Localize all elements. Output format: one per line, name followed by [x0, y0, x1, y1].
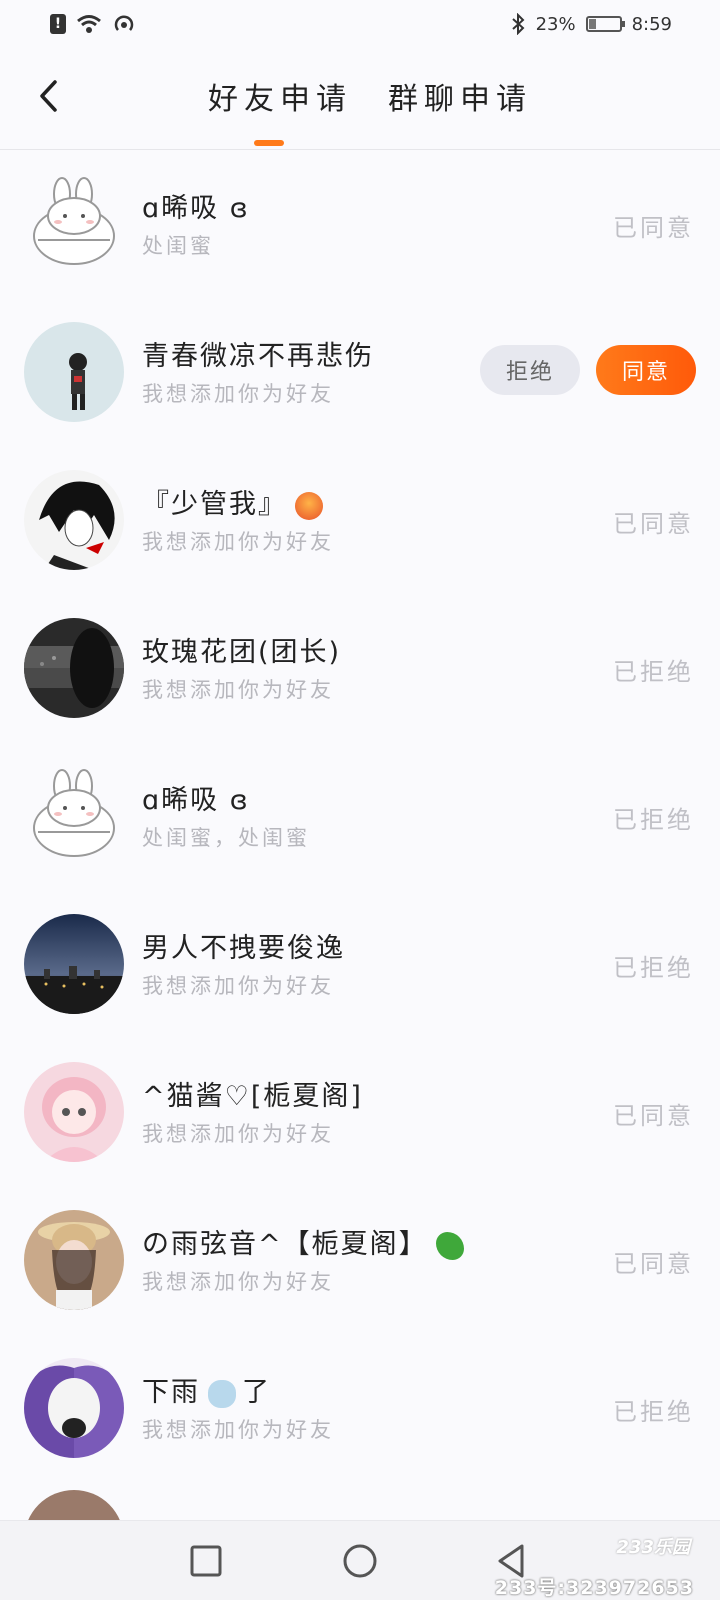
- request-message: 我想添加你为好友: [142, 1270, 334, 1294]
- request-status: 已拒绝: [613, 658, 694, 686]
- list-item[interactable]: 青春微凉不再悲伤 我想添加你为好友 拒绝 同意: [0, 298, 720, 446]
- active-tab-indicator: [254, 140, 284, 146]
- list-item[interactable]: 下雨了 我想添加你为好友 已拒绝: [0, 1334, 720, 1482]
- watermark-logo: 233乐园: [616, 1537, 690, 1558]
- alert-icon: !: [50, 14, 66, 34]
- request-status: 已同意: [613, 510, 694, 538]
- request-message: 我想添加你为好友: [142, 382, 334, 406]
- four-leaf-clover-emoji-icon: [435, 1231, 464, 1260]
- hotspot-icon: [114, 15, 134, 31]
- request-name: 玫瑰花团(团长): [142, 637, 342, 668]
- list-item[interactable]: 『少管我』 我想添加你为好友 已同意: [0, 446, 720, 594]
- avatar: [24, 1358, 124, 1458]
- list-item[interactable]: ɑ晞吸 ɞ 处闺蜜，处闺蜜 已拒绝: [0, 742, 720, 890]
- request-message: 我想添加你为好友: [142, 1122, 334, 1146]
- request-name: ɑ晞吸 ɞ: [142, 785, 250, 816]
- avatar: [24, 322, 124, 422]
- request-status: 已拒绝: [613, 954, 694, 982]
- tab-friend-requests[interactable]: 好友申请: [208, 74, 352, 118]
- list-item[interactable]: の雨弦音^【栀夏阁】 我想添加你为好友 已同意: [0, 1186, 720, 1334]
- clock: 8:59: [631, 13, 672, 35]
- request-name: 青春微凉不再悲伤: [142, 341, 374, 372]
- request-name: の雨弦音^【栀夏阁】: [142, 1222, 464, 1261]
- watermark-id: 233号:323972653: [494, 1577, 694, 1599]
- avatar: [24, 1210, 124, 1310]
- hot-face-emoji-icon: [295, 491, 323, 520]
- avatar: [24, 914, 124, 1014]
- reject-button[interactable]: 拒绝: [480, 345, 580, 395]
- request-name: 男人不拽要俊逸: [142, 933, 345, 964]
- chevron-left-icon: [40, 80, 57, 112]
- request-status: 已同意: [613, 1250, 694, 1278]
- wifi-icon: [77, 15, 101, 33]
- request-message: 处闺蜜，处闺蜜: [142, 826, 310, 850]
- bluetooth-icon: [511, 13, 525, 35]
- system-nav-bar: 233乐园 233号:323972653: [0, 1520, 720, 1600]
- list-item[interactable]: 玫瑰花团(团长) 我想添加你为好友 已拒绝: [0, 594, 720, 742]
- status-left: !: [50, 13, 136, 35]
- request-list: ɑ晞吸 ɞ 处闺蜜 已同意 青春微凉不再悲伤 我想添加你为好友 拒绝 同意 『少…: [0, 150, 720, 1590]
- list-item[interactable]: ^猫酱♡[栀夏阁] 我想添加你为好友 已同意: [0, 1038, 720, 1186]
- recent-apps-icon[interactable]: [186, 1541, 226, 1581]
- request-name: ɑ晞吸 ɞ: [142, 193, 250, 224]
- request-status: 已同意: [613, 214, 694, 242]
- tab-group-requests[interactable]: 群聊申请: [388, 74, 532, 118]
- request-message: 我想添加你为好友: [142, 530, 334, 554]
- battery-icon: [585, 16, 625, 32]
- home-icon[interactable]: [340, 1541, 380, 1581]
- avatar: [24, 618, 124, 718]
- request-message: 我想添加你为好友: [142, 1418, 334, 1442]
- avatar: [24, 470, 124, 570]
- avatar: [24, 1062, 124, 1162]
- request-name: 下雨了: [142, 1377, 271, 1408]
- list-item[interactable]: ɑ晞吸 ɞ 处闺蜜 已同意: [0, 150, 720, 298]
- status-bar: ! 23% 8:59: [0, 0, 720, 48]
- request-status: 已同意: [613, 1102, 694, 1130]
- avatar: [24, 174, 124, 274]
- request-name: ^猫酱♡[栀夏阁]: [142, 1081, 363, 1112]
- battery-percent: 23%: [535, 13, 576, 35]
- list-item[interactable]: 男人不拽要俊逸 我想添加你为好友 已拒绝: [0, 890, 720, 1038]
- avatar: [24, 766, 124, 866]
- request-status: 已拒绝: [613, 1398, 694, 1426]
- rain-cloud-emoji-icon: [208, 1379, 236, 1408]
- request-message: 我想添加你为好友: [142, 974, 334, 998]
- request-message: 我想添加你为好友: [142, 678, 334, 702]
- request-message: 处闺蜜: [142, 234, 214, 258]
- accept-button[interactable]: 同意: [596, 345, 696, 395]
- request-status: 已拒绝: [613, 806, 694, 834]
- back-button[interactable]: [28, 72, 68, 120]
- header: 好友申请 群聊申请: [0, 48, 720, 150]
- request-name: 『少管我』: [142, 482, 323, 521]
- status-right: 23% 8:59: [510, 13, 672, 35]
